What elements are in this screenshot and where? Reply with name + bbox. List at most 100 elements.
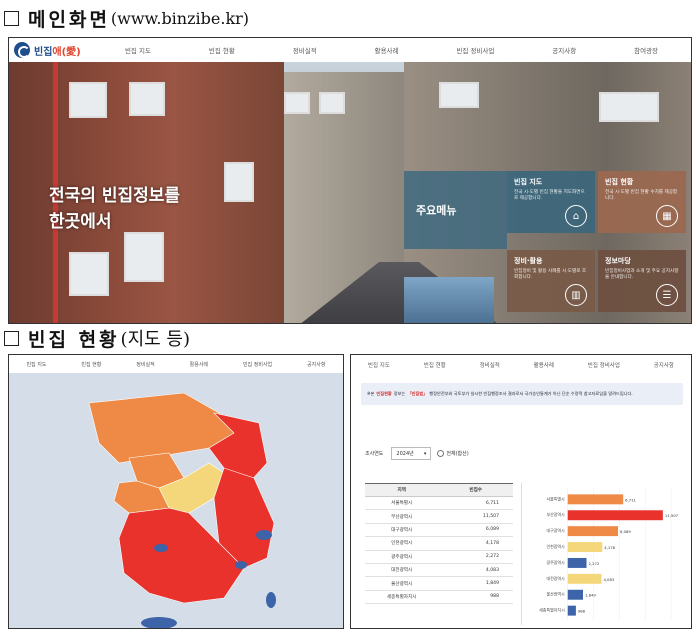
chevron-down-icon: ▾ [423,450,427,457]
chart-category-label: 세종특별자치시 [539,608,565,613]
region-cell: 대전광역시 [365,563,439,578]
table-row: 대구광역시 6,089 [365,523,513,538]
home-menu: 빈집 지도 빈집 현황 정비실적 활용사례 빈집 정비사업 공지사항 참여광장 [96,45,691,55]
map-nav-item-1[interactable]: 빈집 현황 [81,361,101,368]
region-cell: 인천광역시 [365,536,439,551]
home-nav-item-6[interactable]: 참여광장 [634,45,658,55]
count-cell: 11,507 [438,509,513,524]
count-cell: 2,272 [438,550,513,564]
region-cell: 서울특별시 [365,496,439,511]
map-island-jeju [141,617,177,628]
filter-label: 조사연도 [365,451,384,457]
table-row: 대전광역시 4,083 [365,563,513,578]
chart-value-label: 6,711 [625,498,636,502]
region-cell: 대구광역시 [365,523,439,538]
region-cell: 부산광역시 [365,509,439,524]
map-screenshot: 빈집 지도 빈집 현황 정비실적 활용사례 빈집 정비사업 공지사항 [8,354,344,629]
section-subtitle: (지도 등) [120,329,190,350]
region-cell: 세종특별자치시 [365,590,439,605]
region-cell: 광주광역시 [365,550,439,564]
section-heading-status: 빈집 현황 (지도 등) [4,325,190,351]
vacancy-table: 지역 빈집수 서울특별시 6,711 부산광역시 11,507 대구광역시 6,089 인천… [365,483,513,605]
chart-bar [567,510,663,521]
map-nav-item-3[interactable]: 활용사례 [190,361,208,368]
chart-value-label: 1,849 [585,594,596,598]
map-island-ulleung [266,592,276,608]
site-logo[interactable]: 빈집애(愛) [14,42,96,58]
year-select[interactable]: 2024년 ▾ [391,447,432,460]
home-nav-item-0[interactable]: 빈집 지도 [125,45,151,55]
chart-value-label: 988 [578,610,586,614]
chart-category-label: 서울특별시 [546,496,565,501]
card-vacant-map[interactable]: 빈집 지도 전국 시·도별 빈집 현황을 지도화면으로 제공합니다. ⌂ [507,171,595,233]
count-cell: 988 [438,590,513,605]
count-cell: 4,178 [438,536,513,551]
count-cell: 6,711 [438,496,513,511]
col-region-header: 지역 [365,483,439,497]
chart-value-label: 4,178 [604,546,615,550]
vacancy-bar-chart: 서울특별시 6,711 부산광역시 11,507 대구광역시 6,089 인천광역시 4,17… [521,483,679,625]
map-metro-blue-2 [154,544,168,552]
status-nav-item-1[interactable]: 빈집 현황 [424,361,446,373]
hero-text: 전국의 빈집정보를 한곳에서 [49,186,181,232]
main-menu-label: 주요메뉴 [404,171,507,249]
checkbox-square-icon [4,330,19,346]
chart-value-label: 2,272 [588,562,599,566]
chart-bar [567,589,584,600]
korea-vacancy-map[interactable] [9,373,344,629]
chart-category-label: 울산광역시 [546,592,565,597]
status-nav-bar: 빈집 지도 빈집 현황 정비실적 활용사례 빈집 정비사업 공지사항 [351,361,691,373]
chart-bar [567,557,587,568]
homepage-screenshot: 빈집애(愛) 빈집 지도 빈집 현황 정비실적 활용사례 빈집 정비사업 공지사항 참여광장… [8,37,692,324]
status-table-screenshot: 빈집 지도 빈집 현황 정비실적 활용사례 빈집 정비사업 공지사항 ※본 빈집현황 정보… [350,354,692,629]
radio-all[interactable]: 전체(합산) [437,450,468,457]
checkbox-square-icon [4,10,19,26]
home-nav-item-3[interactable]: 활용사례 [375,45,399,55]
map-metro-blue-1 [256,530,272,540]
status-nav-item-5[interactable]: 공지사항 [654,361,674,373]
home-nav-item-2[interactable]: 정비실적 [293,45,317,55]
table-row: 서울특별시 6,711 [365,496,513,511]
count-cell: 6,089 [438,523,513,538]
chart-category-label: 광주광역시 [546,560,565,565]
year-filter: 조사연도 2024년 ▾ 전체(합산) [365,447,469,460]
card-maintenance-use[interactable]: 정비·활용 빈집정비 및 활용 사례를 시·도별로 조회합니다. ▥ [507,250,595,312]
chart-value-label: 11,507 [665,514,679,518]
chart-bar [567,542,603,553]
col-count-header: 빈집수 [438,483,513,497]
status-nav-item-0[interactable]: 빈집 지도 [368,361,390,373]
chart-category-label: 부산광역시 [546,512,565,517]
table-row: 세종특별자치시 988 [365,590,513,605]
home-nav-bar: 빈집애(愛) 빈집 지도 빈집 현황 정비실적 활용사례 빈집 정비사업 공지사항 참여광장 [9,38,691,62]
home-nav-item-5[interactable]: 공지사항 [552,45,576,55]
count-cell: 4,083 [438,563,513,578]
map-metro-blue-3 [235,561,247,569]
logo-icon [14,42,30,58]
chart-icon: ▥ [565,284,587,306]
notice-banner: ※본 빈집현황 정보는 「빈집법」 행정안전부와 국토부가 실시한 빈집행정조사… [361,383,683,405]
chart-category-label: 인천광역시 [546,544,565,549]
section-url: (www.binzibe.kr) [110,8,250,28]
table-row: 부산광역시 11,507 [365,509,513,524]
table-row: 울산광역시 1,849 [365,576,513,591]
status-nav-item-3[interactable]: 활용사례 [534,361,554,373]
section-title: 메인화면 [28,8,110,31]
document-icon: ☰ [656,284,678,306]
chart-bar [567,605,576,616]
card-info-plaza[interactable]: 정보마당 빈집정비사업과 소개 및 주요 공지사항을 안내합니다. ☰ [598,250,686,312]
home-nav-item-1[interactable]: 빈집 현황 [209,45,235,55]
card-vacant-status[interactable]: 빈집 현황 전국 시·도별 빈집 현황 수치를 제공합니다. ▦ [598,171,686,233]
map-nav-bar: 빈집 지도 빈집 현황 정비실적 활용사례 빈집 정비사업 공지사항 [9,355,343,373]
chart-bar [567,494,624,505]
table-row: 광주광역시 2,272 [365,550,513,564]
map-nav-item-4[interactable]: 빈집 정비사업 [243,361,272,368]
status-nav-item-4[interactable]: 빈집 정비사업 [588,361,620,373]
chart-value-label: 4,083 [603,578,614,582]
map-nav-item-2[interactable]: 정비실적 [136,361,154,368]
section-title: 빈집 현황 [28,328,120,351]
home-nav-item-4[interactable]: 빈집 정비사업 [456,45,494,55]
map-nav-item-0[interactable]: 빈집 지도 [26,361,46,368]
map-nav-item-5[interactable]: 공지사항 [307,361,325,368]
chart-category-label: 대전광역시 [546,576,565,581]
status-nav-item-2[interactable]: 정비실적 [480,361,500,373]
